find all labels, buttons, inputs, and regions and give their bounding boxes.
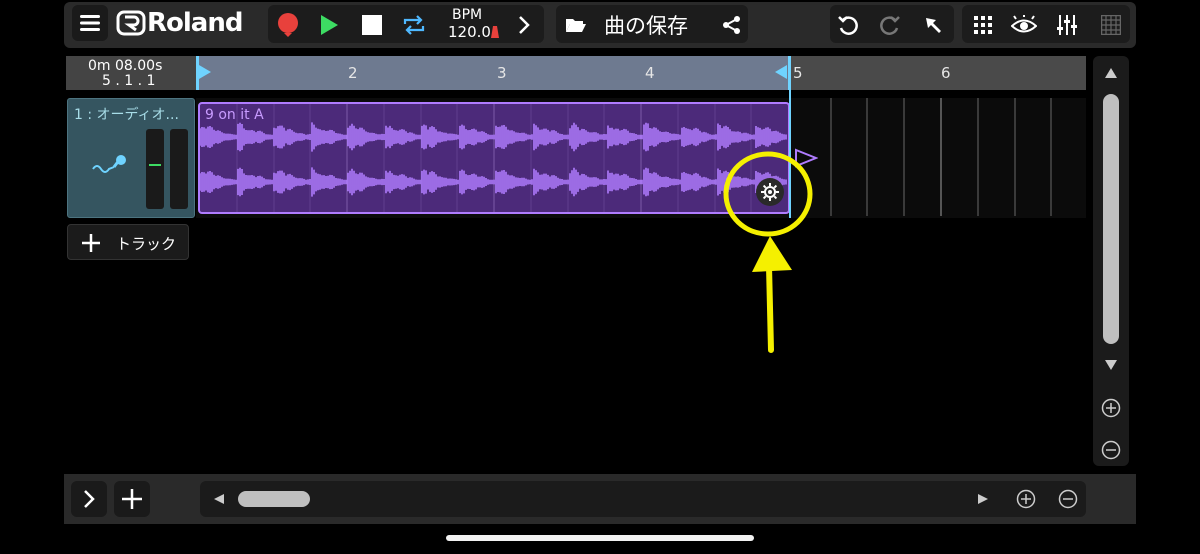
roland-r-icon (116, 10, 146, 36)
beat-line (1050, 98, 1052, 216)
bar-line (940, 98, 942, 216)
record-icon (278, 13, 298, 37)
bpm-display[interactable]: BPM 120.0 (444, 7, 500, 41)
beat-line (830, 98, 832, 216)
sliders-icon (1057, 15, 1077, 35)
record-button[interactable] (274, 10, 302, 40)
microphone-icon (92, 155, 126, 173)
plus-icon (82, 234, 100, 252)
metronome-icon (491, 26, 499, 38)
save-song-button[interactable]: 曲の保存 (604, 10, 688, 40)
redo-button[interactable] (876, 10, 904, 40)
keyboard-grid-icon (1101, 15, 1121, 35)
chevron-right-icon (519, 16, 530, 34)
home-indicator[interactable] (446, 535, 754, 541)
loop-button[interactable] (398, 10, 430, 40)
scroll-left-icon[interactable] (214, 494, 224, 504)
redo-icon (880, 16, 900, 35)
horizontal-scroll-panel (200, 481, 1086, 517)
bpm-value: 120.0 (448, 23, 491, 41)
undo-button[interactable] (834, 10, 862, 40)
stop-icon (362, 15, 382, 35)
roland-logo: Roland (116, 6, 243, 40)
menu-button[interactable] (72, 5, 108, 41)
scroll-right-icon[interactable] (978, 494, 988, 504)
add-track-label: トラック (116, 235, 177, 253)
ruler-mark: 4 (645, 64, 655, 82)
chevron-right-icon (84, 490, 95, 508)
waveform-channel (200, 167, 787, 197)
ruler-mark: 2 (348, 64, 358, 82)
beat-line (866, 98, 868, 216)
plus-circle-icon (1101, 398, 1121, 418)
grid-dots-icon (974, 16, 992, 34)
add-track-button[interactable]: トラック (67, 224, 189, 260)
minus-circle-icon (1101, 440, 1121, 460)
loop-start-flag-icon (199, 65, 211, 79)
view-button[interactable] (1008, 10, 1040, 40)
loop-icon (403, 15, 425, 35)
keyboard-button[interactable] (1096, 10, 1126, 40)
bpm-label: BPM (452, 7, 483, 23)
loop-end-flag-icon (775, 65, 787, 79)
track-name: 1 : オーディオ... (74, 107, 179, 123)
audio-clip[interactable]: 9 on it A (198, 102, 790, 214)
stop-button[interactable] (356, 10, 388, 40)
zoom-out-vertical-button[interactable] (1099, 438, 1123, 462)
ruler-mark: 3 (497, 64, 507, 82)
track-header[interactable]: 1 : オーディオ... (67, 98, 195, 218)
scroll-down-icon[interactable] (1105, 360, 1117, 370)
loop-region[interactable] (197, 56, 791, 90)
plus-icon (122, 489, 142, 509)
transport-more-button[interactable] (510, 10, 538, 40)
waveform (200, 104, 787, 212)
brand-name: Roland (147, 8, 243, 38)
app-root: { "toolbar": { "brand": "Roland", "bpm_l… (0, 0, 1200, 554)
expand-panel-button[interactable] (71, 481, 107, 517)
plus-circle-icon (1016, 489, 1036, 509)
horizontal-scrollbar-thumb[interactable] (238, 491, 310, 507)
eye-icon (1011, 15, 1037, 33)
hamburger-icon (80, 15, 100, 31)
play-icon (321, 15, 338, 35)
time-readout: 0m 08.00s (88, 58, 163, 74)
level-meter-left (146, 129, 164, 209)
level-meter-right (170, 129, 188, 209)
zoom-out-horizontal-button[interactable] (1056, 487, 1080, 511)
ruler-mark: 5 (793, 64, 803, 82)
vertical-scrollbar-thumb[interactable] (1103, 94, 1119, 344)
minus-circle-icon (1058, 489, 1078, 509)
zoom-in-vertical-button[interactable] (1099, 396, 1123, 420)
beat-line (903, 98, 905, 216)
beat-line (1014, 98, 1016, 216)
pad-grid-button[interactable] (968, 10, 998, 40)
zoom-in-horizontal-button[interactable] (1014, 487, 1038, 511)
mixer-button[interactable] (1052, 10, 1082, 40)
waveform-channel (200, 122, 787, 152)
folder-open-icon (566, 19, 586, 32)
undo-icon (838, 16, 858, 35)
loop-end-marker[interactable] (788, 56, 791, 90)
bar-readout: 5 . 1 . 1 (102, 73, 156, 89)
pointer-tool-button[interactable] (918, 10, 948, 40)
add-button[interactable] (114, 481, 150, 517)
meter-level-indicator (149, 164, 161, 166)
scroll-up-icon[interactable] (1105, 68, 1117, 78)
share-button[interactable] (718, 10, 746, 40)
share-icon (723, 16, 740, 34)
beat-line (977, 98, 979, 216)
annotation-highlight (723, 151, 813, 353)
time-display: 0m 08.00s 5 . 1 . 1 (66, 56, 196, 90)
ruler-mark: 6 (941, 64, 951, 82)
play-button[interactable] (314, 10, 344, 40)
arrow-pointer-icon (926, 18, 941, 33)
open-folder-button[interactable] (562, 10, 590, 40)
